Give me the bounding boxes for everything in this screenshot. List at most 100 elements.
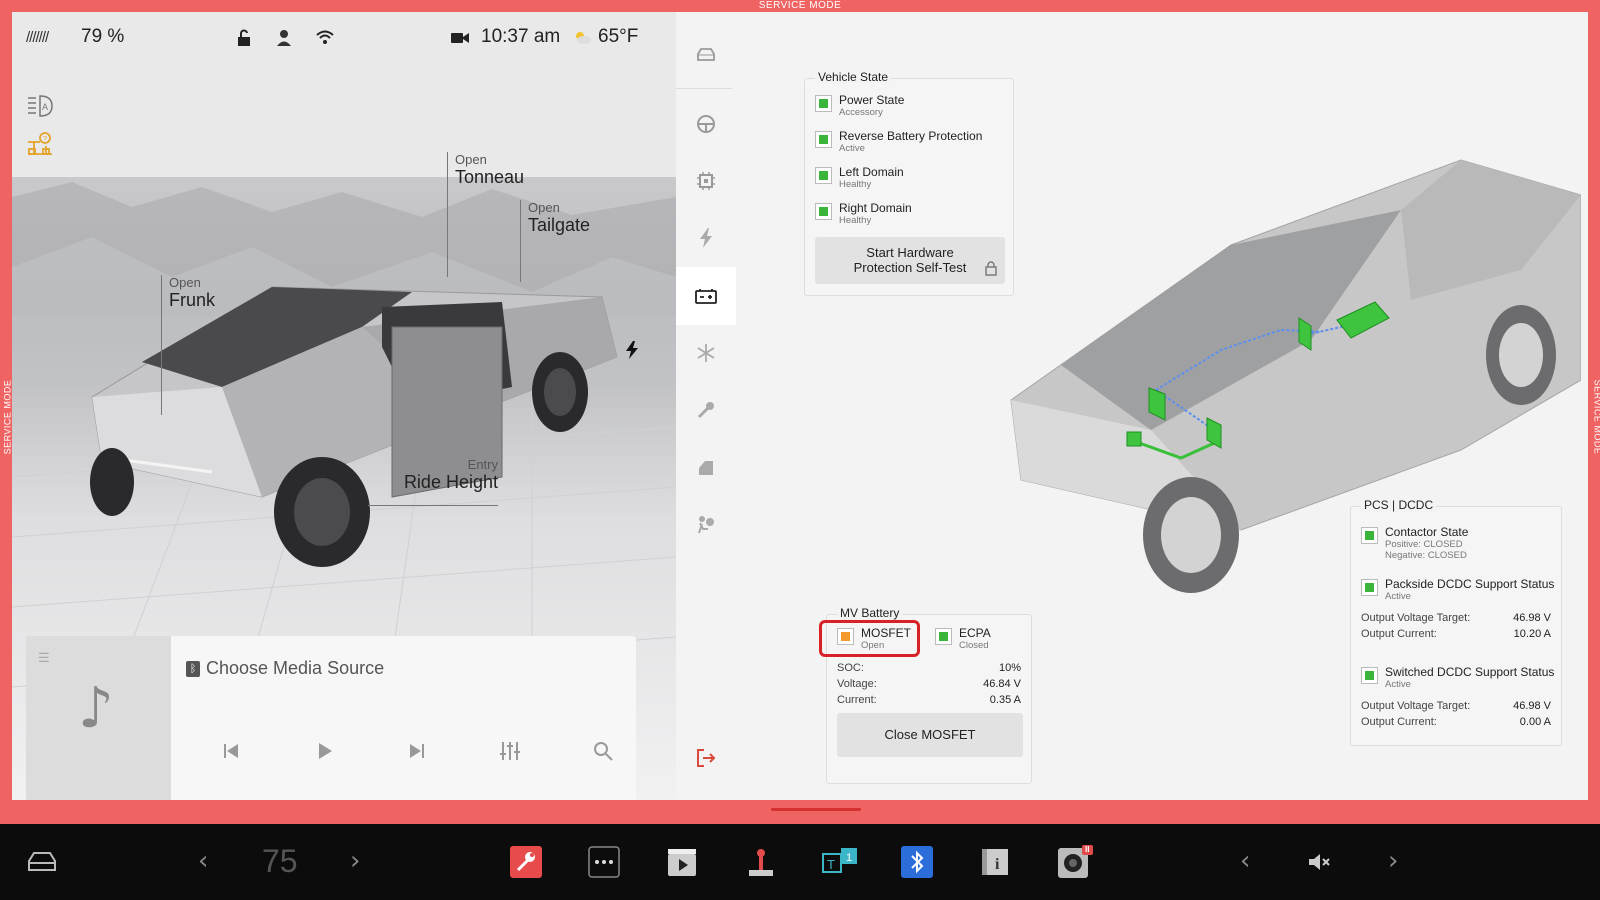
nav-closures[interactable] (676, 439, 736, 497)
dock-theater-button[interactable] (666, 844, 698, 880)
dock-translate-button[interactable]: T1 (820, 844, 860, 880)
volume-mute-button[interactable] (1308, 844, 1332, 880)
media-menu-icon[interactable]: ☰ (38, 650, 50, 666)
joystick-icon (749, 849, 773, 876)
car-front-icon (697, 48, 715, 61)
temp-up-chevron-icon[interactable]: › (350, 846, 360, 876)
tailgate-name: Tailgate (528, 215, 591, 235)
ride-height-name: Ride Height (403, 472, 498, 492)
start-self-test-button[interactable]: Start Hardware Protection Self-Test (815, 237, 1005, 284)
nav-high-voltage[interactable] (676, 209, 736, 267)
wifi-icon[interactable] (316, 29, 334, 45)
svg-text:i: i (995, 856, 1000, 873)
svg-text:T: T (827, 857, 835, 872)
current-row: Current: 0.35 A (837, 694, 1021, 710)
switched-current-value: 0.00 A (1519, 716, 1551, 728)
close-mosfet-button[interactable]: Close MOSFET (837, 713, 1023, 757)
nav-vehicle[interactable] (676, 26, 736, 84)
tailgate-label[interactable]: Open Tailgate (520, 200, 591, 282)
charging-bolt-icon (626, 341, 638, 359)
left-domain-label: Left Domain (839, 165, 904, 179)
service-detail-panel: Vehicle State Power State Accessory Reve… (736, 12, 1588, 800)
speaker-muted-icon (1309, 854, 1330, 870)
camera-badge: II (1085, 845, 1090, 854)
volume-up-chevron-icon[interactable]: › (1388, 846, 1398, 876)
pcs-dcdc-title: PCS | DCDC (1361, 498, 1437, 512)
nav-low-voltage-battery[interactable] (676, 267, 736, 325)
theater-clapper-icon (668, 849, 696, 876)
album-art[interactable]: ☰ ♪ (26, 636, 171, 800)
cybertruck-model (90, 286, 618, 567)
mv-battery-group: MV Battery MOSFET Open ECPA Closed SOC: 1… (819, 606, 1032, 784)
dock-bluetooth-button[interactable] (901, 844, 933, 880)
nav-exit-service[interactable] (676, 729, 736, 787)
self-test-line-1: Start Hardware (866, 245, 954, 260)
packside-voltage-label: Output Voltage Target: (1361, 612, 1471, 624)
contactor-state-indicator (1361, 527, 1378, 544)
power-state-status: Accessory (839, 107, 883, 118)
nav-safety[interactable] (676, 496, 736, 554)
clock: 10:37 am (481, 26, 561, 47)
cabin-temperature-setting: 75 (262, 843, 298, 879)
manual-info-icon: i (982, 849, 1008, 875)
panel-drag-handle[interactable] (771, 808, 861, 811)
battery-icon (695, 289, 717, 304)
frunk-label[interactable]: Open Frunk (161, 275, 216, 415)
mv-battery-title: MV Battery (837, 606, 903, 620)
battery-percent: 79 % (81, 26, 125, 47)
door-icon (699, 461, 713, 475)
auto-headlights-icon[interactable]: A (26, 92, 54, 120)
reverse-battery-protection-label: Reverse Battery Protection (839, 129, 983, 143)
switched-dcdc-label: Switched DCDC Support Status (1385, 665, 1555, 679)
equalizer-icon[interactable] (495, 736, 525, 766)
search-icon[interactable] (588, 736, 618, 766)
dock-service-button[interactable] (510, 844, 542, 880)
suspension-warning-icon[interactable]: ? (26, 130, 54, 158)
reverse-battery-protection-indicator (815, 131, 832, 148)
switched-dcdc-status: Active (1385, 679, 1411, 690)
temp-down-chevron-icon[interactable]: ‹ (198, 846, 208, 876)
ride-height-label[interactable]: Entry Ride Height (368, 457, 498, 506)
switched-dcdc-indicator (1361, 667, 1378, 684)
unlocked-icon[interactable] (236, 29, 252, 47)
ecpa-indicator (935, 628, 952, 645)
contactor-negative: Negative: CLOSED (1385, 550, 1467, 561)
dashcam-icon[interactable] (451, 31, 469, 45)
soc-value: 10% (998, 662, 1021, 674)
svg-text:?: ? (43, 136, 47, 143)
packside-voltage-row: Output Voltage Target: 46.98 V (1361, 612, 1551, 628)
previous-track-icon[interactable] (216, 736, 246, 766)
service-mode-banner: SERVICE MODE (758, 0, 842, 11)
car-icon (28, 852, 56, 871)
nav-computer[interactable] (676, 152, 736, 210)
packside-dcdc-status: Active (1385, 591, 1411, 602)
frunk-state: Open (169, 275, 201, 290)
frunk-name: Frunk (169, 290, 216, 310)
ecpa-label: ECPA (959, 626, 991, 640)
service-nav-column (676, 12, 736, 800)
bluetooth-icon (901, 846, 933, 878)
dock-car-button[interactable] (22, 844, 62, 880)
bluetooth-small-icon: ᛒ (186, 661, 200, 678)
play-icon[interactable] (309, 736, 339, 766)
dock-more-button[interactable] (588, 844, 620, 880)
dock-toybox-button[interactable] (745, 844, 777, 880)
packside-current-label: Output Current: (1361, 628, 1437, 640)
service-mode-side-label-left: SERVICE MODE (2, 379, 13, 455)
right-domain-indicator (815, 203, 832, 220)
nav-tools[interactable] (676, 381, 736, 439)
tonneau-label[interactable]: Open Tonneau (447, 152, 525, 277)
profile-icon[interactable] (276, 29, 292, 47)
next-track-icon[interactable] (402, 736, 432, 766)
dock-manual-button[interactable]: i (979, 844, 1011, 880)
translate-icon: T1 (822, 848, 857, 873)
outside-temperature: 65°F (598, 26, 639, 47)
tonneau-name: Tonneau (455, 167, 525, 187)
main-screen: /////// 79 % 10:37 am 65°F A ? Open Tonn… (12, 12, 1588, 800)
tailgate-state: Open (528, 200, 560, 215)
choose-media-source[interactable]: ᛒ Choose Media Source (186, 658, 384, 679)
nav-steering[interactable] (676, 95, 736, 153)
volume-down-chevron-icon[interactable]: ‹ (1240, 846, 1250, 876)
nav-thermal[interactable] (676, 324, 736, 382)
power-state-label: Power State (839, 93, 905, 107)
